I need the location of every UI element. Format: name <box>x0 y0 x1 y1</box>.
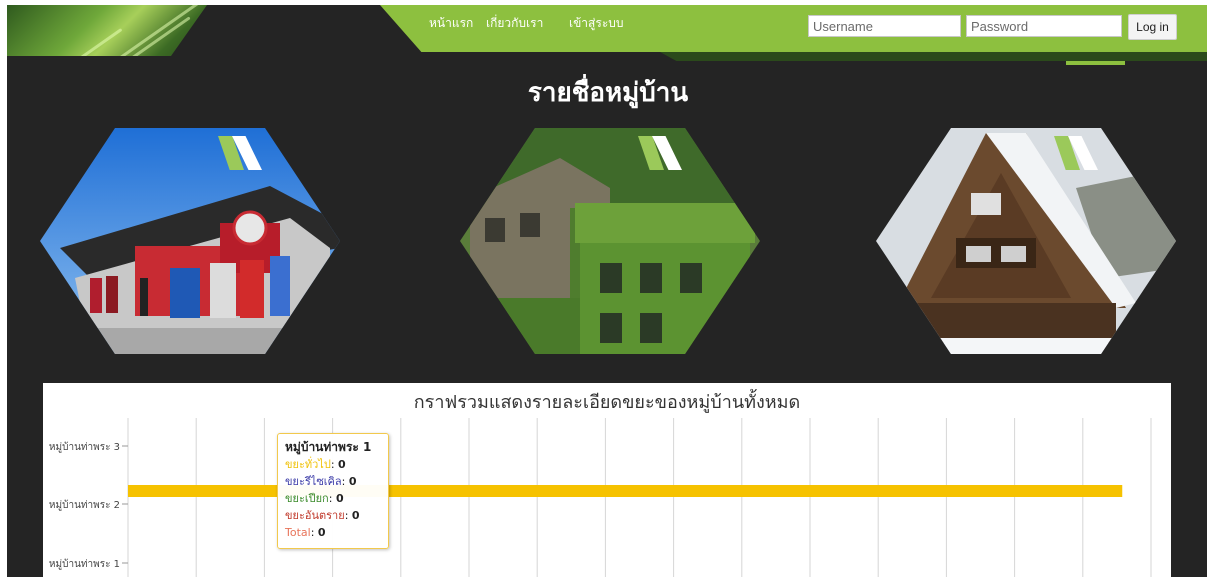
tooltip-row: Total: 0 <box>285 526 326 539</box>
storefront-photo <box>40 128 340 354</box>
tooltip-row: ขยะรีไซเคิล: 0 <box>285 475 357 488</box>
corner-decoration <box>218 136 264 170</box>
page-title: รายชื่อหมู่บ้าน <box>527 78 689 108</box>
village-card-3[interactable] <box>876 128 1176 354</box>
password-input[interactable] <box>966 15 1122 37</box>
tooltip-title: หมู่บ้านท่าพระ 1 <box>285 440 372 454</box>
tooltip-row-label: ขยะเปียก <box>285 492 329 505</box>
tooltip-row-value: 0 <box>338 458 346 471</box>
corner-decoration <box>1054 136 1100 170</box>
nav-home-link[interactable]: หน้าแรก <box>429 14 473 33</box>
chart-plot-area: หมู่บ้านท่าพระ 3 หมู่บ้านท่าพระ 2 หมู่บ้าน… <box>49 418 1152 577</box>
tooltip-row-label: ขยะทั่วไป <box>285 458 331 471</box>
tooltip-row-label: Total <box>285 526 311 539</box>
village-card-1[interactable] <box>40 128 340 354</box>
tooltip-row: ขยะอันตราย: 0 <box>285 509 360 522</box>
village-image-thatched-house[interactable] <box>876 128 1176 354</box>
tooltip-row-value: 0 <box>335 492 344 505</box>
tooltip-row-label: ขยะรีไซเคิล <box>285 475 342 488</box>
waste-summary-chart: กราฟรวมแสดงรายละเอียดขยะของหมู่บ้านทั้งห… <box>43 383 1171 577</box>
y-tick-label: หมู่บ้านท่าพระ 1 <box>49 558 120 570</box>
tooltip-row: ขยะเปียก: 0 <box>285 492 344 505</box>
nav-about-link[interactable]: เกี่ยวกับเรา <box>486 14 543 33</box>
nav-underline-dark <box>660 52 1207 61</box>
corner-decoration <box>638 136 684 170</box>
tooltip-row-label: ขยะอันตราย <box>285 509 345 522</box>
village-card-2[interactable] <box>460 128 760 354</box>
tooltip-row: ขยะทั่วไป: 0 <box>285 458 346 471</box>
ivy-covered-building-photo <box>460 128 760 354</box>
y-tick-label: หมู่บ้านท่าพระ 3 <box>49 441 120 453</box>
username-input[interactable] <box>808 15 961 37</box>
village-image-ivy-building[interactable] <box>460 128 760 354</box>
tooltip-rows: ขยะทั่วไป: 0 ขยะรีไซเคิล: 0 ขยะเปียก: 0 ขยะ… <box>285 456 381 541</box>
login-button[interactable]: Log in <box>1128 14 1177 40</box>
chart-tooltip: หมู่บ้านท่าพระ 1 ขยะทั่วไป: 0 ขยะรีไซเคิล… <box>277 433 389 549</box>
nav-accent-line <box>1066 61 1125 65</box>
thatched-roof-house-photo <box>876 128 1176 354</box>
tooltip-row-value: 0 <box>348 475 357 488</box>
tooltip-row-value: 0 <box>351 509 360 522</box>
y-tick-label: หมู่บ้านท่าพระ 2 <box>49 499 120 511</box>
village-image-storefront[interactable] <box>40 128 340 354</box>
tooltip-row-value: 0 <box>317 526 326 539</box>
nav-login-link[interactable]: เข้าสู่ระบบ <box>569 14 624 33</box>
